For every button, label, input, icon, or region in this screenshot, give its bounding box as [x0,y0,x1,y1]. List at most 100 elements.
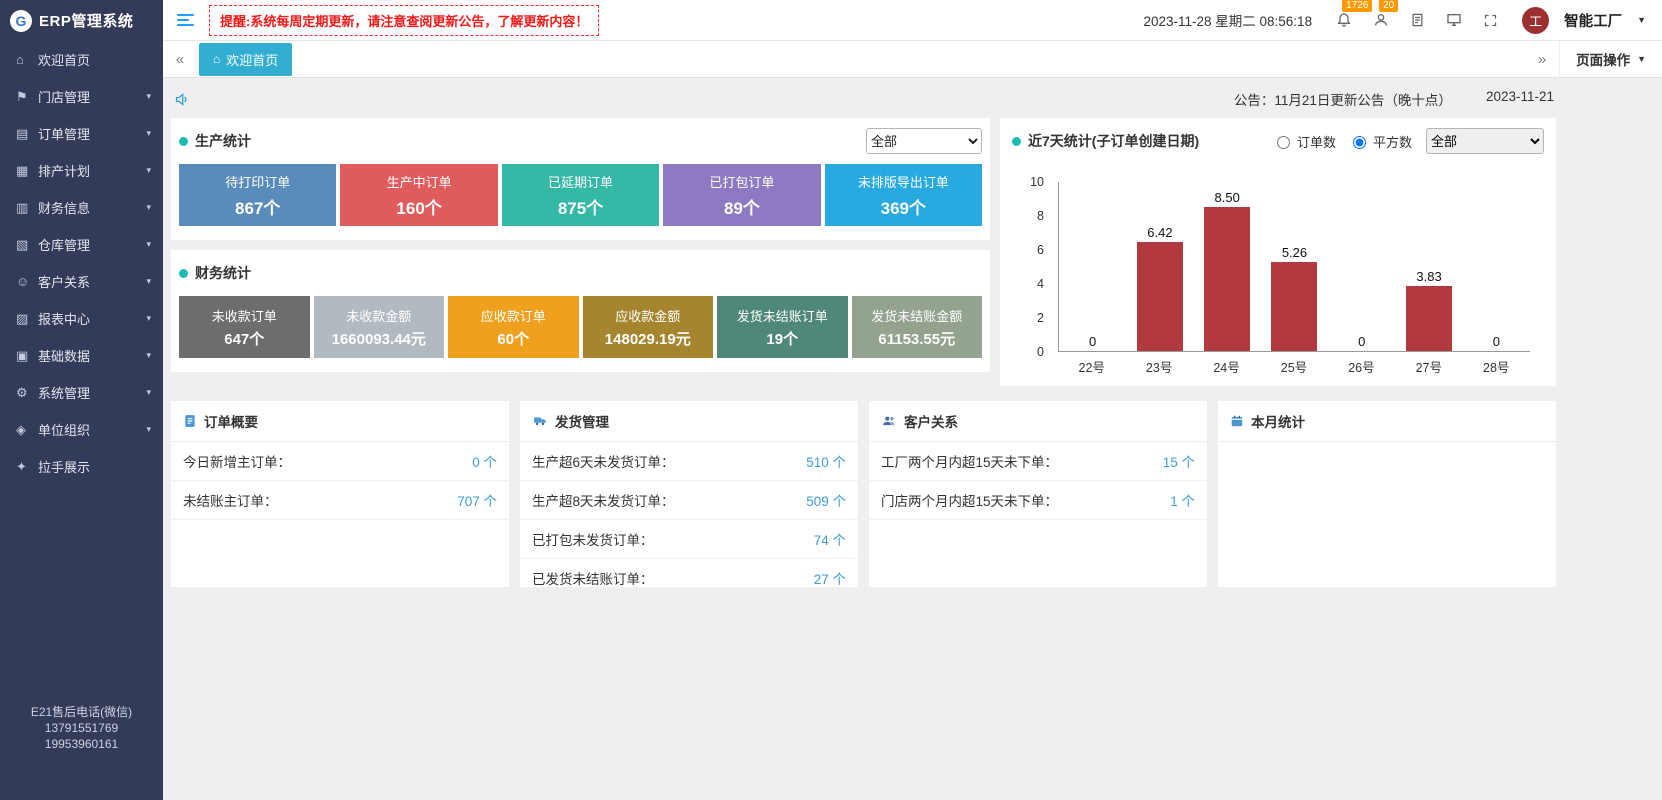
menu-toggle-icon[interactable] [177,14,194,26]
summary-row: 已打包未发货订单： 74 个 [520,520,858,559]
chevron-down-icon: ▾ [146,202,151,213]
sidebar-item-customers[interactable]: ☺ 客户关系 ▾ [0,263,163,300]
tab-welcome[interactable]: ⌂ 欢迎首页 [199,43,292,76]
sidebar-item-system[interactable]: ⚙ 系统管理 ▾ [0,374,163,411]
summary-row: 工厂两个月内超15天未下单： 15 个 [869,442,1207,481]
y-tick-label: 4 [1037,277,1044,291]
summary-value[interactable]: 0 个 [472,451,497,471]
sidebar-item-production-plan[interactable]: ▦ 排产计划 ▾ [0,152,163,189]
summary-value[interactable]: 1 个 [1170,490,1195,510]
chart-filter-select[interactable]: 全部 [1426,128,1544,154]
user-name[interactable]: 智能工厂 [1564,10,1622,31]
bar-chart: 0246810 06.428.505.2603.830 22号23号24号25号… [1058,182,1530,376]
support-phone-label: E21售后电话(微信) [0,704,163,720]
messages-button[interactable]: 20 [1370,12,1392,28]
stat-card-receivable-orders[interactable]: 应收款订单 60个 [448,296,579,358]
sidebar-item-stores[interactable]: ⚑ 门店管理 ▾ [0,78,163,115]
chart-bar[interactable] [1137,242,1183,351]
sidebar-item-orders[interactable]: ▤ 订单管理 ▾ [0,115,163,152]
customer-relations-panel: 客户关系 工厂两个月内超15天未下单： 15 个 门店两个月内超15天未下单： … [869,401,1207,587]
tab-bar: « ⌂ 欢迎首页 » 页面操作 ▼ [163,41,1662,78]
tabs-scroll-right-icon[interactable]: » [1525,51,1559,68]
customers-icon: ☺ [16,274,38,289]
panel-dot-icon [179,269,188,278]
summary-value[interactable]: 15 个 [1163,451,1195,471]
system-notice: 提醒:系统每周定期更新，请注意查阅更新公告，了解更新内容！ [209,5,599,36]
sidebar-item-warehouse[interactable]: ▧ 仓库管理 ▾ [0,226,163,263]
square-count-radio[interactable] [1353,136,1366,149]
shipping-management-panel: 发货管理 生产超6天未发货订单： 510 个 生产超8天未发货订单： 509 个… [520,401,858,587]
sidebar-item-reports[interactable]: ▨ 报表中心 ▾ [0,300,163,337]
summary-value[interactable]: 707 个 [457,490,497,510]
monitor-button[interactable] [1443,12,1465,28]
stat-card-in-production[interactable]: 生产中订单 160个 [340,164,497,226]
sidebar-footer: E21售后电话(微信) 13791551769 19953960161 [0,704,163,752]
orders-icon: ▤ [16,126,38,142]
chart-y-axis: 0246810 [1018,182,1050,352]
production-filter-select[interactable]: 全部 [866,128,982,154]
document-button[interactable] [1407,12,1428,28]
tabs-scroll-left-icon[interactable]: « [163,51,197,68]
production-stats-title: 生产统计 [195,131,251,151]
chart-column: 6.42 [1126,182,1193,351]
chart-plot-area: 06.428.505.2603.830 [1058,182,1530,352]
app-logo[interactable]: G ERP管理系统 [0,0,163,41]
notifications-button[interactable]: 1726 [1333,12,1355,28]
monthly-stats-panel: 本月统计 [1218,401,1556,587]
order-count-radio[interactable] [1277,136,1290,149]
summary-value[interactable]: 27 个 [814,568,846,587]
stat-card-delayed[interactable]: 已延期订单 875个 [502,164,659,226]
production-stats-panel: 生产统计 全部 待打印订单 867个 生产中订单 [171,118,990,240]
announcement-link[interactable]: 公告：11月21日更新公告（晚十点） [1234,89,1452,109]
stat-card-shipped-unsettled-orders[interactable]: 发货未结账订单 19个 [717,296,848,358]
stat-card-pending-print[interactable]: 待打印订单 867个 [179,164,336,226]
support-phone-2: 19953960161 [0,736,163,752]
users-icon [881,414,897,428]
datetime-display: 2023-11-28 星期二 08:56:18 [1143,10,1312,30]
stat-card-unpaid-amount[interactable]: 未收款金额 1660093.44元 [314,296,445,358]
sidebar-item-welcome[interactable]: ⌂ 欢迎首页 [0,41,163,78]
chart-bar[interactable] [1406,286,1452,351]
chart-bar[interactable] [1204,207,1250,352]
stat-card-shipped-unsettled-amount[interactable]: 发货未结账金额 61153.55元 [852,296,983,358]
avatar[interactable]: 工 [1522,7,1549,34]
chart-column: 0 [1463,182,1530,351]
document-icon [183,414,197,428]
x-tick-label: 28号 [1463,357,1530,376]
radio-order-count[interactable]: 订单数 [1272,132,1336,151]
fullscreen-button[interactable] [1480,13,1501,28]
stat-card-unpaid-orders[interactable]: 未收款订单 647个 [179,296,310,358]
main-area: 提醒:系统每周定期更新，请注意查阅更新公告，了解更新内容！ 2023-11-28… [163,0,1662,800]
sidebar-item-finance[interactable]: ▥ 财务信息 ▾ [0,189,163,226]
summary-value[interactable]: 74 个 [814,529,846,549]
base-data-icon: ▣ [16,348,38,364]
y-tick-label: 0 [1037,345,1044,359]
sidebar-item-label: 欢迎首页 [38,50,151,69]
sidebar-item-label: 仓库管理 [38,235,146,254]
summary-value[interactable]: 510 个 [806,451,846,471]
user-menu-chevron-icon[interactable]: ▼ [1637,15,1646,25]
bar-value-label: 6.42 [1147,225,1172,240]
chart-bar[interactable] [1271,262,1317,351]
sidebar-item-organization[interactable]: ◈ 单位组织 ▾ [0,411,163,448]
stat-card-packed[interactable]: 已打包订单 89个 [663,164,820,226]
stat-card-receivable-amount[interactable]: 应收款金额 148029.19元 [583,296,714,358]
summary-row: 未结账主订单： 707 个 [171,481,509,520]
panel-dot-icon [1012,137,1021,146]
page-actions-dropdown[interactable]: 页面操作 ▼ [1559,41,1662,77]
sidebar-item-partner[interactable]: ✦ 拉手展示 [0,448,163,485]
chart-x-axis: 22号23号24号25号26号27号28号 [1058,357,1530,376]
sidebar-item-label: 门店管理 [38,87,146,106]
sidebar-item-base-data[interactable]: ▣ 基础数据 ▾ [0,337,163,374]
stat-card-unscheduled-export[interactable]: 未排版导出订单 369个 [825,164,982,226]
notifications-badge: 1726 [1342,0,1372,12]
fullscreen-icon [1483,13,1498,28]
partner-icon: ✦ [16,459,38,475]
radio-square-count[interactable]: 平方数 [1348,132,1412,151]
bar-value-label: 5.26 [1282,245,1307,260]
summary-value[interactable]: 509 个 [806,490,846,510]
chevron-down-icon: ▾ [146,165,151,176]
gear-icon: ⚙ [16,385,38,401]
speaker-icon[interactable] [173,92,190,107]
tab-label: 欢迎首页 [226,50,278,69]
